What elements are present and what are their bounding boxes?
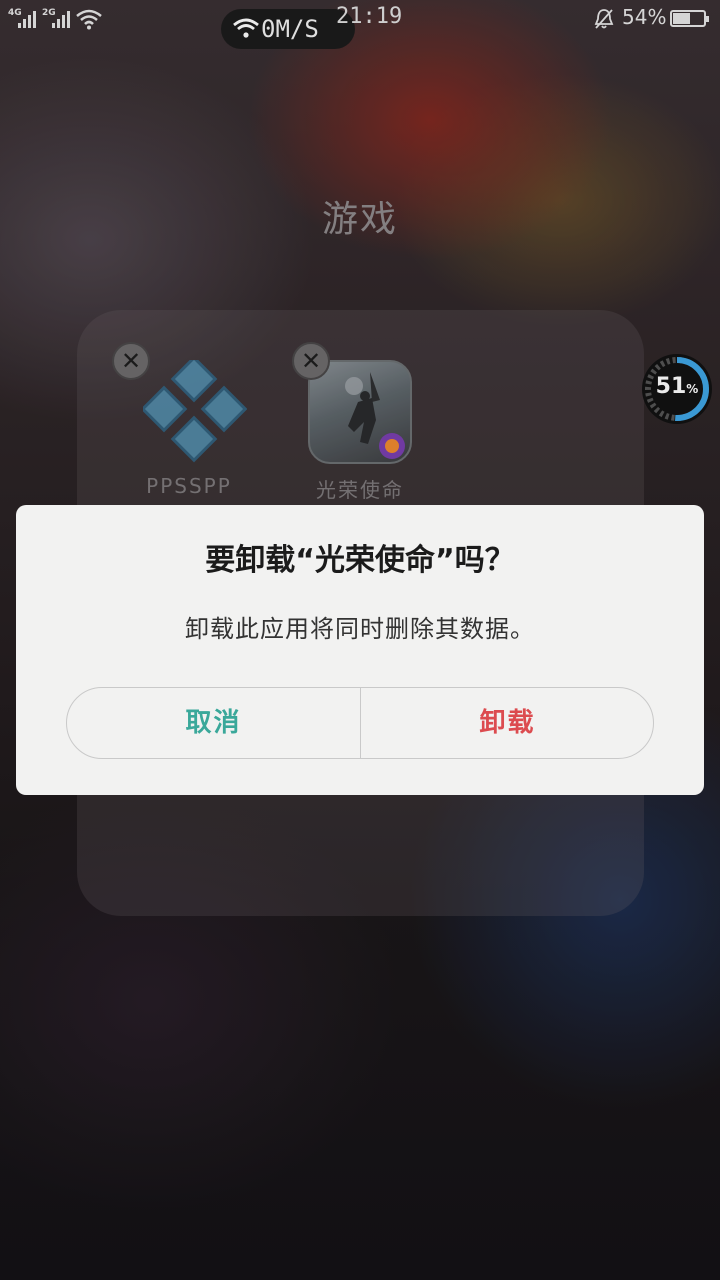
cancel-button[interactable]: 取消 <box>67 688 360 758</box>
uninstall-dialog: 要卸载“光荣使命”吗？ 卸载此应用将同时删除其数据。 取消 卸载 <box>16 505 704 795</box>
delete-guangrong-close-icon[interactable]: ✕ <box>292 342 330 380</box>
delete-ppsspp-close-icon[interactable]: ✕ <box>112 342 150 380</box>
dialog-button-group: 取消 卸载 <box>66 687 654 759</box>
uninstall-button[interactable]: 卸载 <box>361 688 653 758</box>
dialog-title: 要卸载“光荣使命”吗？ <box>205 543 515 578</box>
app-label-ppsspp: PPSSPP <box>146 474 232 498</box>
wifi-icon <box>76 9 102 30</box>
network-speed-indicator: 0M/S <box>221 9 355 49</box>
dialog-message: 卸载此应用将同时删除其数据。 <box>185 615 535 643</box>
network-speed-text: 0M/S <box>261 15 319 43</box>
status-bar: 4G 2G 0M/S 21:19 54% <box>0 0 720 49</box>
mute-bell-icon <box>594 9 614 29</box>
battery-icon <box>670 10 709 27</box>
guangrong-shiming-icon <box>308 360 412 464</box>
folder-title: 游戏 <box>321 199 398 240</box>
meter-value: 51% <box>655 374 699 399</box>
ppsspp-icon <box>143 360 247 463</box>
battery-fill <box>673 13 691 24</box>
speed-meter-widget[interactable]: 51% <box>640 352 714 426</box>
battery-percent: 54% <box>622 5 667 29</box>
app-label-guangrong-shiming: 光荣使命 <box>316 478 404 502</box>
wifi-speed-icon <box>233 18 259 38</box>
status-time: 21:19 <box>336 4 403 29</box>
